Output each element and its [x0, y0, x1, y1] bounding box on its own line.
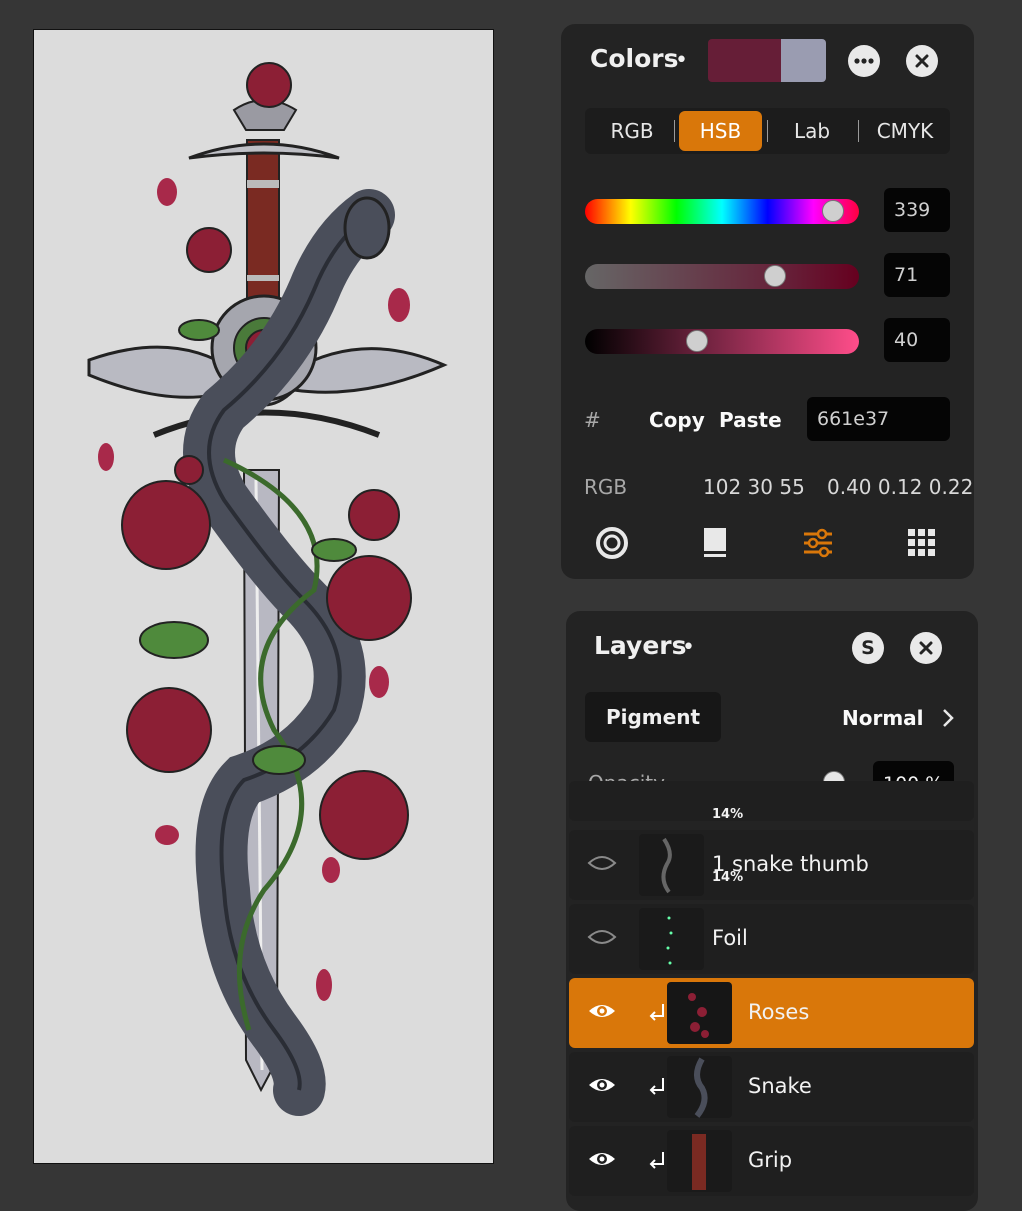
tab-separator	[858, 120, 859, 142]
hue-value-field[interactable]: 339	[884, 188, 950, 232]
colors-title: Colors	[590, 44, 679, 73]
layer-sub-label: 14%	[712, 807, 744, 822]
tab-hsb[interactable]: HSB	[679, 111, 762, 151]
layer-thumbnail	[667, 982, 732, 1044]
chevron-right-icon[interactable]	[941, 707, 955, 733]
color-mode-tabs: RGB HSB Lab CMYK	[585, 108, 950, 154]
saturation-slider-knob[interactable]	[763, 265, 786, 287]
close-icon[interactable]	[906, 45, 938, 77]
colors-panel: Colors • RGB HSB Lab CMYK 339 71 40 # Co…	[561, 24, 974, 579]
s-button[interactable]: S	[852, 632, 884, 664]
primary-color-swatch[interactable]	[708, 39, 781, 82]
layer-row[interactable]: Snake	[569, 1052, 974, 1122]
layers-title: Layers	[594, 631, 687, 660]
layer-name: Roses	[748, 1000, 810, 1024]
layers-panel: Layers • S Pigment Normal Opacity 100 % …	[566, 611, 978, 1211]
saturation-slider[interactable]	[585, 264, 859, 289]
layer-row[interactable]: Foil	[569, 904, 974, 974]
tab-lab[interactable]: Lab	[771, 111, 853, 151]
color-wheel-icon[interactable]	[595, 526, 629, 564]
grid-icon[interactable]	[907, 528, 937, 562]
brush-blend-button[interactable]: Pigment	[585, 692, 721, 742]
layer-row[interactable]: 1 snake thumb 14%	[569, 830, 974, 900]
sliders-icon[interactable]	[802, 526, 834, 564]
saturation-value-field[interactable]: 71	[884, 253, 950, 297]
rgb-label: RGB	[584, 475, 628, 499]
layer-row[interactable]: Grip	[569, 1126, 974, 1196]
brightness-slider-knob[interactable]	[685, 330, 708, 352]
tab-separator	[674, 120, 675, 142]
clipping-mask-icon[interactable]	[647, 1002, 667, 1028]
swatch-book-icon[interactable]	[701, 526, 729, 564]
hue-slider-knob[interactable]	[821, 200, 844, 222]
eye-icon[interactable]	[587, 1148, 617, 1174]
layer-thumbnail	[639, 834, 704, 896]
layer-thumbnail	[667, 1130, 732, 1192]
layer-name: Snake	[748, 1074, 812, 1098]
clipping-mask-icon[interactable]	[647, 1076, 667, 1102]
layer-name: Grip	[748, 1148, 793, 1172]
brightness-value-field[interactable]: 40	[884, 318, 950, 362]
layer-thumbnail	[667, 1056, 732, 1118]
eye-icon[interactable]	[587, 1000, 617, 1026]
copy-button[interactable]: Copy	[649, 408, 705, 432]
layer-row-selected[interactable]: Roses	[569, 978, 974, 1048]
rgb-values: 102 30 55	[703, 475, 805, 499]
artwork-sword-snake-roses	[87, 62, 448, 1116]
layer-sub-label: 14%	[712, 870, 744, 885]
hex-input[interactable]: 661e37	[807, 397, 950, 441]
hex-symbol: #	[584, 408, 601, 432]
drawing-canvas[interactable]	[33, 29, 494, 1164]
clipping-mask-icon[interactable]	[647, 1150, 667, 1176]
layer-name: Foil	[712, 926, 748, 950]
colors-title-dot: •	[675, 48, 688, 73]
eye-icon[interactable]	[587, 926, 617, 952]
paste-button[interactable]: Paste	[719, 408, 782, 432]
close-icon[interactable]	[910, 632, 942, 664]
hue-slider[interactable]	[585, 199, 859, 224]
eye-icon[interactable]	[587, 1074, 617, 1100]
blend-mode-select[interactable]: Normal	[842, 706, 924, 730]
brightness-slider[interactable]	[585, 329, 859, 354]
tab-rgb[interactable]: RGB	[593, 111, 671, 151]
ellipsis-icon[interactable]	[848, 45, 880, 77]
layer-row-partial[interactable]: 14%	[569, 781, 974, 822]
layers-title-dot: •	[682, 635, 695, 660]
eye-icon[interactable]	[587, 852, 617, 878]
secondary-color-swatch[interactable]	[781, 39, 826, 82]
tab-separator	[767, 120, 768, 142]
rgb-fractions: 0.40 0.12 0.22	[827, 475, 974, 499]
tab-cmyk[interactable]: CMYK	[863, 111, 947, 151]
layer-thumbnail	[639, 908, 704, 970]
